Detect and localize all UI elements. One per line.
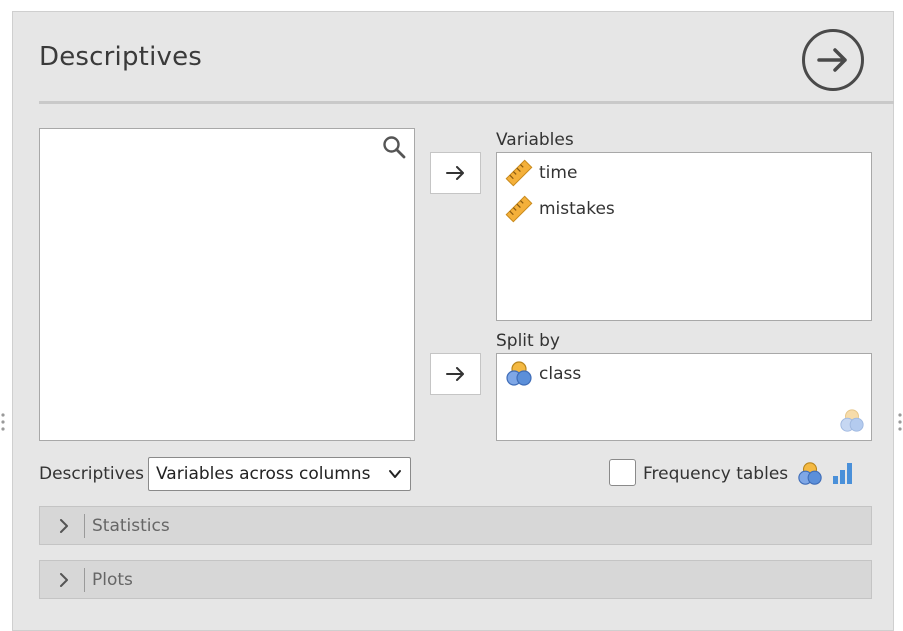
ruler-continuous-icon xyxy=(505,195,533,223)
nominal-circles-faded-icon xyxy=(840,409,864,432)
section-statistics[interactable]: Statistics xyxy=(39,506,872,545)
arrow-right-icon xyxy=(445,367,464,381)
search-icon[interactable] xyxy=(382,135,406,159)
section-plots[interactable]: Plots xyxy=(39,560,872,599)
split-item-class[interactable]: class xyxy=(505,359,581,389)
arrow-right-circle-icon xyxy=(817,48,847,72)
move-to-split-by-button[interactable] xyxy=(430,353,481,395)
variables-label: Variables xyxy=(496,130,574,150)
variable-label: time xyxy=(539,163,578,183)
variable-label: mistakes xyxy=(539,199,615,219)
bar-chart-icon xyxy=(833,463,852,484)
variable-item-time[interactable]: time xyxy=(505,158,577,188)
chevron-right-icon xyxy=(60,519,68,533)
section-divider xyxy=(84,514,85,538)
chevron-right-icon xyxy=(60,573,68,587)
variables-target-list[interactable]: time mistakes xyxy=(496,152,872,321)
variable-item-mistakes[interactable]: mistakes xyxy=(505,194,615,224)
frequency-tables-checkbox[interactable] xyxy=(609,459,636,486)
section-label: Statistics xyxy=(92,516,170,536)
source-variable-list[interactable] xyxy=(39,128,415,441)
section-divider xyxy=(84,568,85,592)
resize-handle-right[interactable] xyxy=(897,411,903,433)
descriptives-mode-label: Descriptives xyxy=(39,464,145,484)
chevron-down-icon xyxy=(389,470,401,478)
nominal-circles-icon xyxy=(506,361,532,386)
run-analysis-button[interactable] xyxy=(802,29,864,91)
variable-label: class xyxy=(539,364,582,384)
split-by-target-list[interactable]: class xyxy=(496,353,872,441)
split-by-label: Split by xyxy=(496,331,560,351)
arrow-right-icon xyxy=(445,166,464,180)
descriptives-mode-select[interactable]: Variables across columns xyxy=(148,457,411,491)
title-divider xyxy=(39,101,894,104)
resize-handle-left[interactable] xyxy=(0,411,6,433)
section-label: Plots xyxy=(92,570,133,590)
nominal-circles-icon xyxy=(798,462,822,485)
ruler-continuous-icon xyxy=(505,159,533,187)
descriptives-mode-value: Variables across columns xyxy=(156,464,371,484)
frequency-tables-label: Frequency tables xyxy=(643,464,789,484)
page-title: Descriptives xyxy=(39,42,203,72)
move-to-variables-button[interactable] xyxy=(430,152,481,194)
